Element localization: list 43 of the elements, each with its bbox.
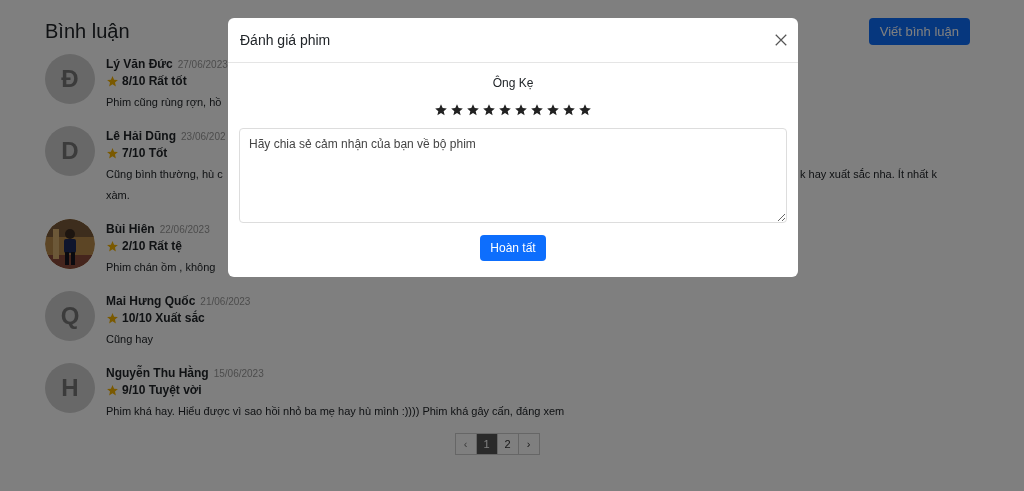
star-icon[interactable] xyxy=(450,103,464,117)
page-button[interactable]: 2 xyxy=(496,433,519,455)
star-icon[interactable] xyxy=(530,103,544,117)
page-title: Bình luận xyxy=(45,19,130,43)
star-icon[interactable] xyxy=(434,103,448,117)
rating-text: 7/10 Tốt xyxy=(122,145,168,162)
commenter-name: Bùi Hiên xyxy=(106,221,155,238)
star-icon[interactable] xyxy=(578,103,592,117)
comment-text: k hay xuất sắc nha. Ít nhất k xyxy=(800,167,937,182)
star-icon xyxy=(106,147,119,160)
rating-text: 10/10 Xuất sắc xyxy=(122,310,205,327)
comment-text: Cũng bình thường, hù c xyxy=(106,167,224,182)
comment-text: Phim chán ồm , không xyxy=(106,260,216,275)
commenter-name: Nguyễn Thu Hằng xyxy=(106,365,209,382)
comment-text: Cũng hay xyxy=(106,332,154,347)
commenter-name: Mai Hưng Quốc xyxy=(106,293,196,310)
page-button[interactable]: 1 xyxy=(475,433,498,455)
movie-title: Ông Kẹ xyxy=(492,75,534,91)
star-icon xyxy=(106,384,119,397)
comment-text: xàm. xyxy=(106,188,130,203)
star-icon xyxy=(106,75,119,88)
star-icon[interactable] xyxy=(546,103,560,117)
rating-text: 2/10 Rất tệ xyxy=(122,238,183,255)
dialog-title: Đánh giá phim xyxy=(240,32,331,48)
comment-text: Phim cũng rùng rợn, hồ xyxy=(106,95,222,110)
star-icon xyxy=(106,312,119,325)
star-rating[interactable] xyxy=(434,103,592,117)
commenter-name: Lý Văn Đức xyxy=(106,56,173,73)
write-comment-button[interactable]: Viết bình luận xyxy=(868,17,970,45)
rating-text: 9/10 Tuyệt vời xyxy=(122,382,202,399)
submit-button[interactable]: Hoàn tất xyxy=(480,235,546,261)
star-icon[interactable] xyxy=(498,103,512,117)
star-icon[interactable] xyxy=(482,103,496,117)
star-icon[interactable] xyxy=(514,103,528,117)
star-icon[interactable] xyxy=(466,103,480,117)
comment-text: Phim khá hay. Hiểu được vì sao hồi nhỏ ba mẹ hay hù mình :)))) Phim khá gây cấn, đáng xem xyxy=(106,404,565,419)
rating-text: 8/10 Rất tốt xyxy=(122,73,187,90)
review-field[interactable]: Hãy chia sẻ cảm nhận của bạn về bộ phim xyxy=(239,128,787,223)
commenter-name: Lê Hải Dũng xyxy=(106,128,176,145)
star-icon xyxy=(106,240,119,253)
page-button[interactable]: › xyxy=(517,433,540,455)
close-icon[interactable] xyxy=(774,33,788,47)
star-icon[interactable] xyxy=(562,103,576,117)
